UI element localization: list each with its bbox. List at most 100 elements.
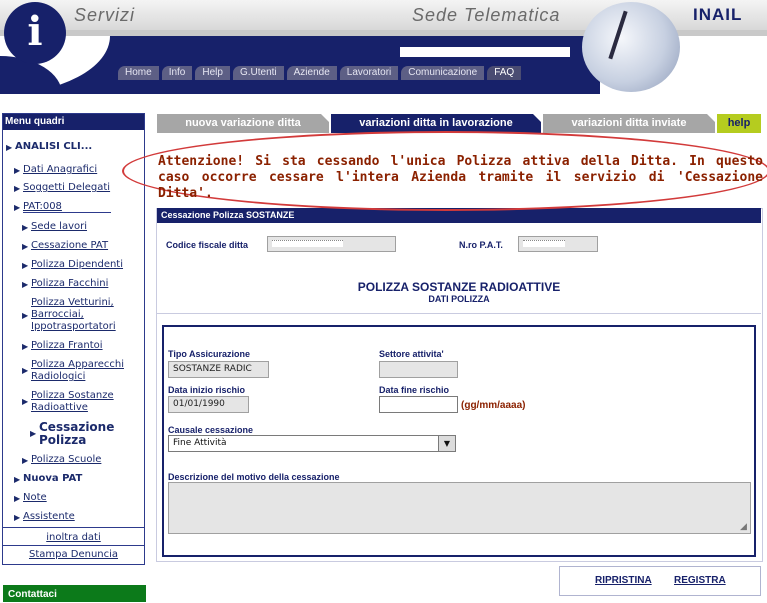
arrow-right-icon: ▶ bbox=[6, 143, 13, 152]
arrow-right-icon: ▶ bbox=[22, 397, 29, 406]
menu-item-label: Soggetti Delegati bbox=[23, 182, 111, 193]
arrow-right-icon: ▶ bbox=[22, 342, 29, 351]
menu-item-cessazione-pat[interactable]: ▶ Cessazione PAT bbox=[22, 240, 108, 252]
data-inizio-field: 01/01/1990 bbox=[168, 396, 249, 413]
contact-button[interactable]: Contattaci bbox=[3, 585, 146, 602]
tab-nuova-variazione[interactable]: nuova variazione ditta bbox=[157, 114, 329, 133]
inoltra-dati-label: inoltra dati bbox=[46, 532, 101, 543]
actions-box bbox=[559, 566, 761, 596]
arrow-right-icon: ▶ bbox=[14, 513, 21, 522]
header-left-title: Servizi bbox=[74, 5, 136, 25]
polizza-subtitle: DATI POLIZZA bbox=[428, 294, 490, 304]
save-button[interactable]: REGISTRA bbox=[674, 575, 726, 586]
menu-item-assistente[interactable]: ▶ Assistente bbox=[14, 511, 75, 523]
menu-item-label: Polizza Sostanze Radioattive bbox=[31, 390, 114, 413]
menu-item-analisi[interactable]: ▶ ANALISI CLI... bbox=[6, 141, 93, 153]
menu-item-polizza-scuole[interactable]: ▶ Polizza Scuole bbox=[22, 454, 102, 466]
tab-help[interactable]: help bbox=[717, 114, 761, 133]
top-navigation: Home Info Help G.Utenti Aziende Lavorato… bbox=[118, 66, 524, 80]
nav-help[interactable]: Help bbox=[195, 66, 230, 80]
inoltra-dati-link[interactable]: inoltra dati bbox=[3, 532, 144, 544]
menu-item-label: Polizza Vetturini, Barrocciai, Ippotrasp… bbox=[31, 297, 116, 332]
menu-item-polizza-apparecchi[interactable]: ▶ Polizza Apparecchi Radiologici bbox=[22, 359, 131, 383]
nav-comunicazione[interactable]: Comunicazione bbox=[401, 66, 485, 80]
npat-field bbox=[518, 236, 598, 252]
reset-button[interactable]: RIPRISTINA bbox=[595, 575, 652, 586]
data-inizio-label: Data inizio rischio bbox=[168, 385, 246, 395]
data-fine-label: Data fine rischio bbox=[379, 385, 450, 395]
stampa-denuncia-label: Stampa Denuncia bbox=[28, 549, 119, 560]
nav-faq[interactable]: FAQ bbox=[487, 66, 522, 80]
codice-fiscale-field bbox=[267, 236, 396, 252]
menu-title: Menu quadri bbox=[3, 114, 144, 130]
menu-item-polizza-dipendenti[interactable]: ▶ Polizza Dipendenti bbox=[22, 259, 124, 271]
arrow-right-icon: ▶ bbox=[14, 203, 21, 212]
arrow-right-icon: ▶ bbox=[22, 223, 29, 232]
brand-logo: INAIL bbox=[693, 5, 743, 24]
menu-item-dati-anagrafici[interactable]: ▶ Dati Anagrafici bbox=[14, 164, 98, 176]
site-header: i Servizi Sede Telematica INAIL Home Inf… bbox=[0, 0, 767, 94]
menu-item-label: Polizza Apparecchi Radiologici bbox=[31, 359, 124, 382]
menu-panel: ▶ ANALISI CLI... ▶ Dati Anagrafici ▶ Sogget… bbox=[2, 113, 145, 565]
stampa-denuncia-link[interactable]: Stampa Denuncia bbox=[3, 549, 144, 561]
menu-item-label: Dati Anagrafici bbox=[23, 164, 98, 175]
arrow-right-icon: ▶ bbox=[22, 366, 29, 375]
warning-message: Attenzione! Si sta cessando l'unica Poli… bbox=[158, 154, 763, 201]
menu-item-polizza-facchini[interactable]: ▶ Polizza Facchini bbox=[22, 278, 109, 290]
menu-item-label: Nuova PAT bbox=[23, 473, 83, 484]
nav-aziende[interactable]: Aziende bbox=[286, 66, 337, 80]
menu-item-nuova-pat[interactable]: ▶ Nuova PAT bbox=[14, 473, 83, 485]
select-value: Fine Attività bbox=[173, 438, 227, 448]
menu-item-sede-lavori[interactable]: ▶ Sede lavori bbox=[22, 221, 88, 233]
menu-item-label: Polizza Scuole bbox=[31, 454, 102, 465]
menu-item-label: Polizza Facchini bbox=[31, 278, 109, 289]
menu-item-label: Sede lavori bbox=[31, 221, 88, 232]
tab-corner-decoration bbox=[707, 114, 715, 122]
menu-item-note[interactable]: ▶ Note bbox=[14, 492, 47, 504]
arrow-right-icon: ▶ bbox=[22, 242, 29, 251]
header-right-title: Sede Telematica bbox=[412, 5, 561, 25]
header-highlight-bar bbox=[400, 47, 570, 57]
nav-gutenti[interactable]: G.Utenti bbox=[232, 66, 284, 80]
header-photo bbox=[582, 2, 680, 92]
arrow-right-icon: ▶ bbox=[30, 429, 37, 438]
nav-info[interactable]: Info bbox=[161, 66, 193, 80]
resize-grip-icon[interactable]: ◢ bbox=[740, 522, 747, 532]
menu-item-label: Note bbox=[23, 492, 47, 503]
settore-attivita-label: Settore attivita' bbox=[379, 349, 444, 359]
arrow-right-icon: ▶ bbox=[14, 184, 21, 193]
date-format-hint: (gg/mm/aaaa) bbox=[461, 400, 526, 411]
causale-cessazione-select[interactable]: Fine Attività bbox=[168, 435, 456, 452]
causale-cessazione-label: Causale cessazione bbox=[168, 425, 254, 435]
menu-divider bbox=[23, 212, 111, 213]
polizza-title: POLIZZA SOSTANZE RADIOATTIVE bbox=[357, 280, 561, 294]
data-fine-input[interactable] bbox=[379, 396, 458, 413]
tipo-assicurazione-field: SOSTANZE RADIC bbox=[168, 361, 269, 378]
settore-attivita-field bbox=[379, 361, 458, 378]
section-divider bbox=[157, 313, 761, 314]
arrow-right-icon: ▶ bbox=[14, 475, 21, 484]
arrow-right-icon: ▶ bbox=[22, 311, 29, 320]
menu-item-cessazione-polizza[interactable]: ▶ Cessazione Polizza bbox=[30, 421, 129, 447]
descrizione-textarea[interactable] bbox=[168, 482, 751, 534]
arrow-right-icon: ▶ bbox=[22, 456, 29, 465]
menu-item-polizza-frantoi[interactable]: ▶ Polizza Frantoi bbox=[22, 340, 103, 352]
arrow-right-icon: ▶ bbox=[22, 280, 29, 289]
menu-item-polizza-vetturini[interactable]: ▶ Polizza Vetturini, Barrocciai, Ippotras… bbox=[22, 297, 131, 333]
menu-item-label: Polizza Frantoi bbox=[31, 340, 103, 351]
masked-value bbox=[523, 240, 565, 247]
menu-item-polizza-sostanze[interactable]: ▶ Polizza Sostanze Radioattive bbox=[22, 390, 121, 414]
tab-inviate[interactable]: variazioni ditta inviate bbox=[543, 114, 715, 133]
tab-corner-decoration bbox=[321, 114, 329, 122]
menu-item-label: ANALISI CLI... bbox=[15, 141, 93, 152]
codice-fiscale-label: Codice fiscale ditta bbox=[166, 240, 249, 250]
menu-divider bbox=[3, 527, 144, 528]
nav-home[interactable]: Home bbox=[118, 66, 159, 80]
menu-item-soggetti-delegati[interactable]: ▶ Soggetti Delegati bbox=[14, 182, 111, 194]
arrow-right-icon: ▶ bbox=[14, 494, 21, 503]
chevron-down-icon[interactable]: ▼ bbox=[438, 436, 455, 451]
menu-item-label: PAT:008 bbox=[23, 201, 62, 212]
descrizione-label: Descrizione del motivo della cessazione bbox=[168, 472, 340, 482]
nav-lavoratori[interactable]: Lavoratori bbox=[339, 66, 399, 80]
menu-item-label: Polizza Dipendenti bbox=[31, 259, 124, 270]
